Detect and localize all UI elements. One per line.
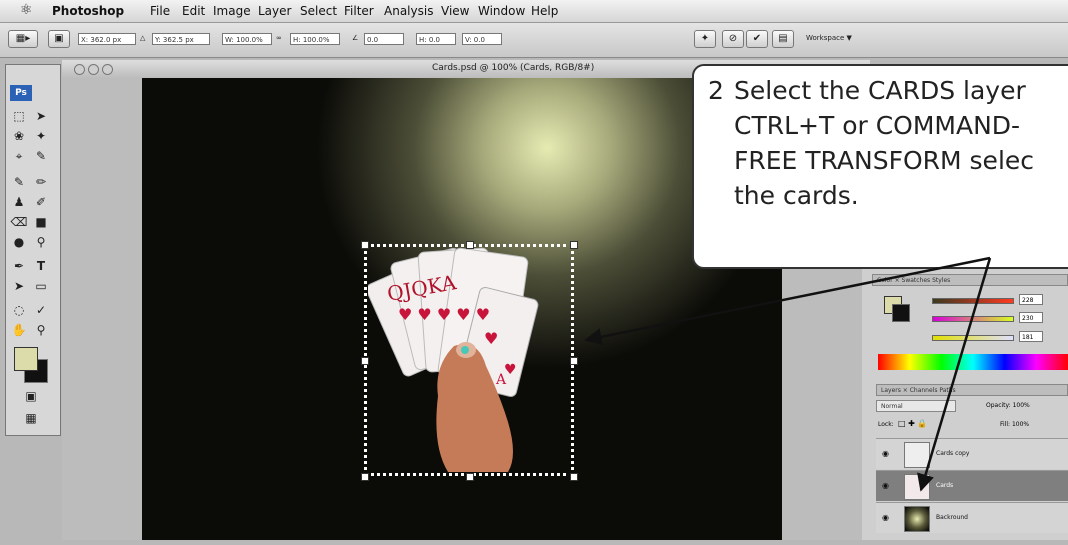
arrow-to-cards <box>584 256 991 346</box>
callout-arrows <box>584 256 992 492</box>
arrow-to-cards-layer <box>917 257 992 492</box>
